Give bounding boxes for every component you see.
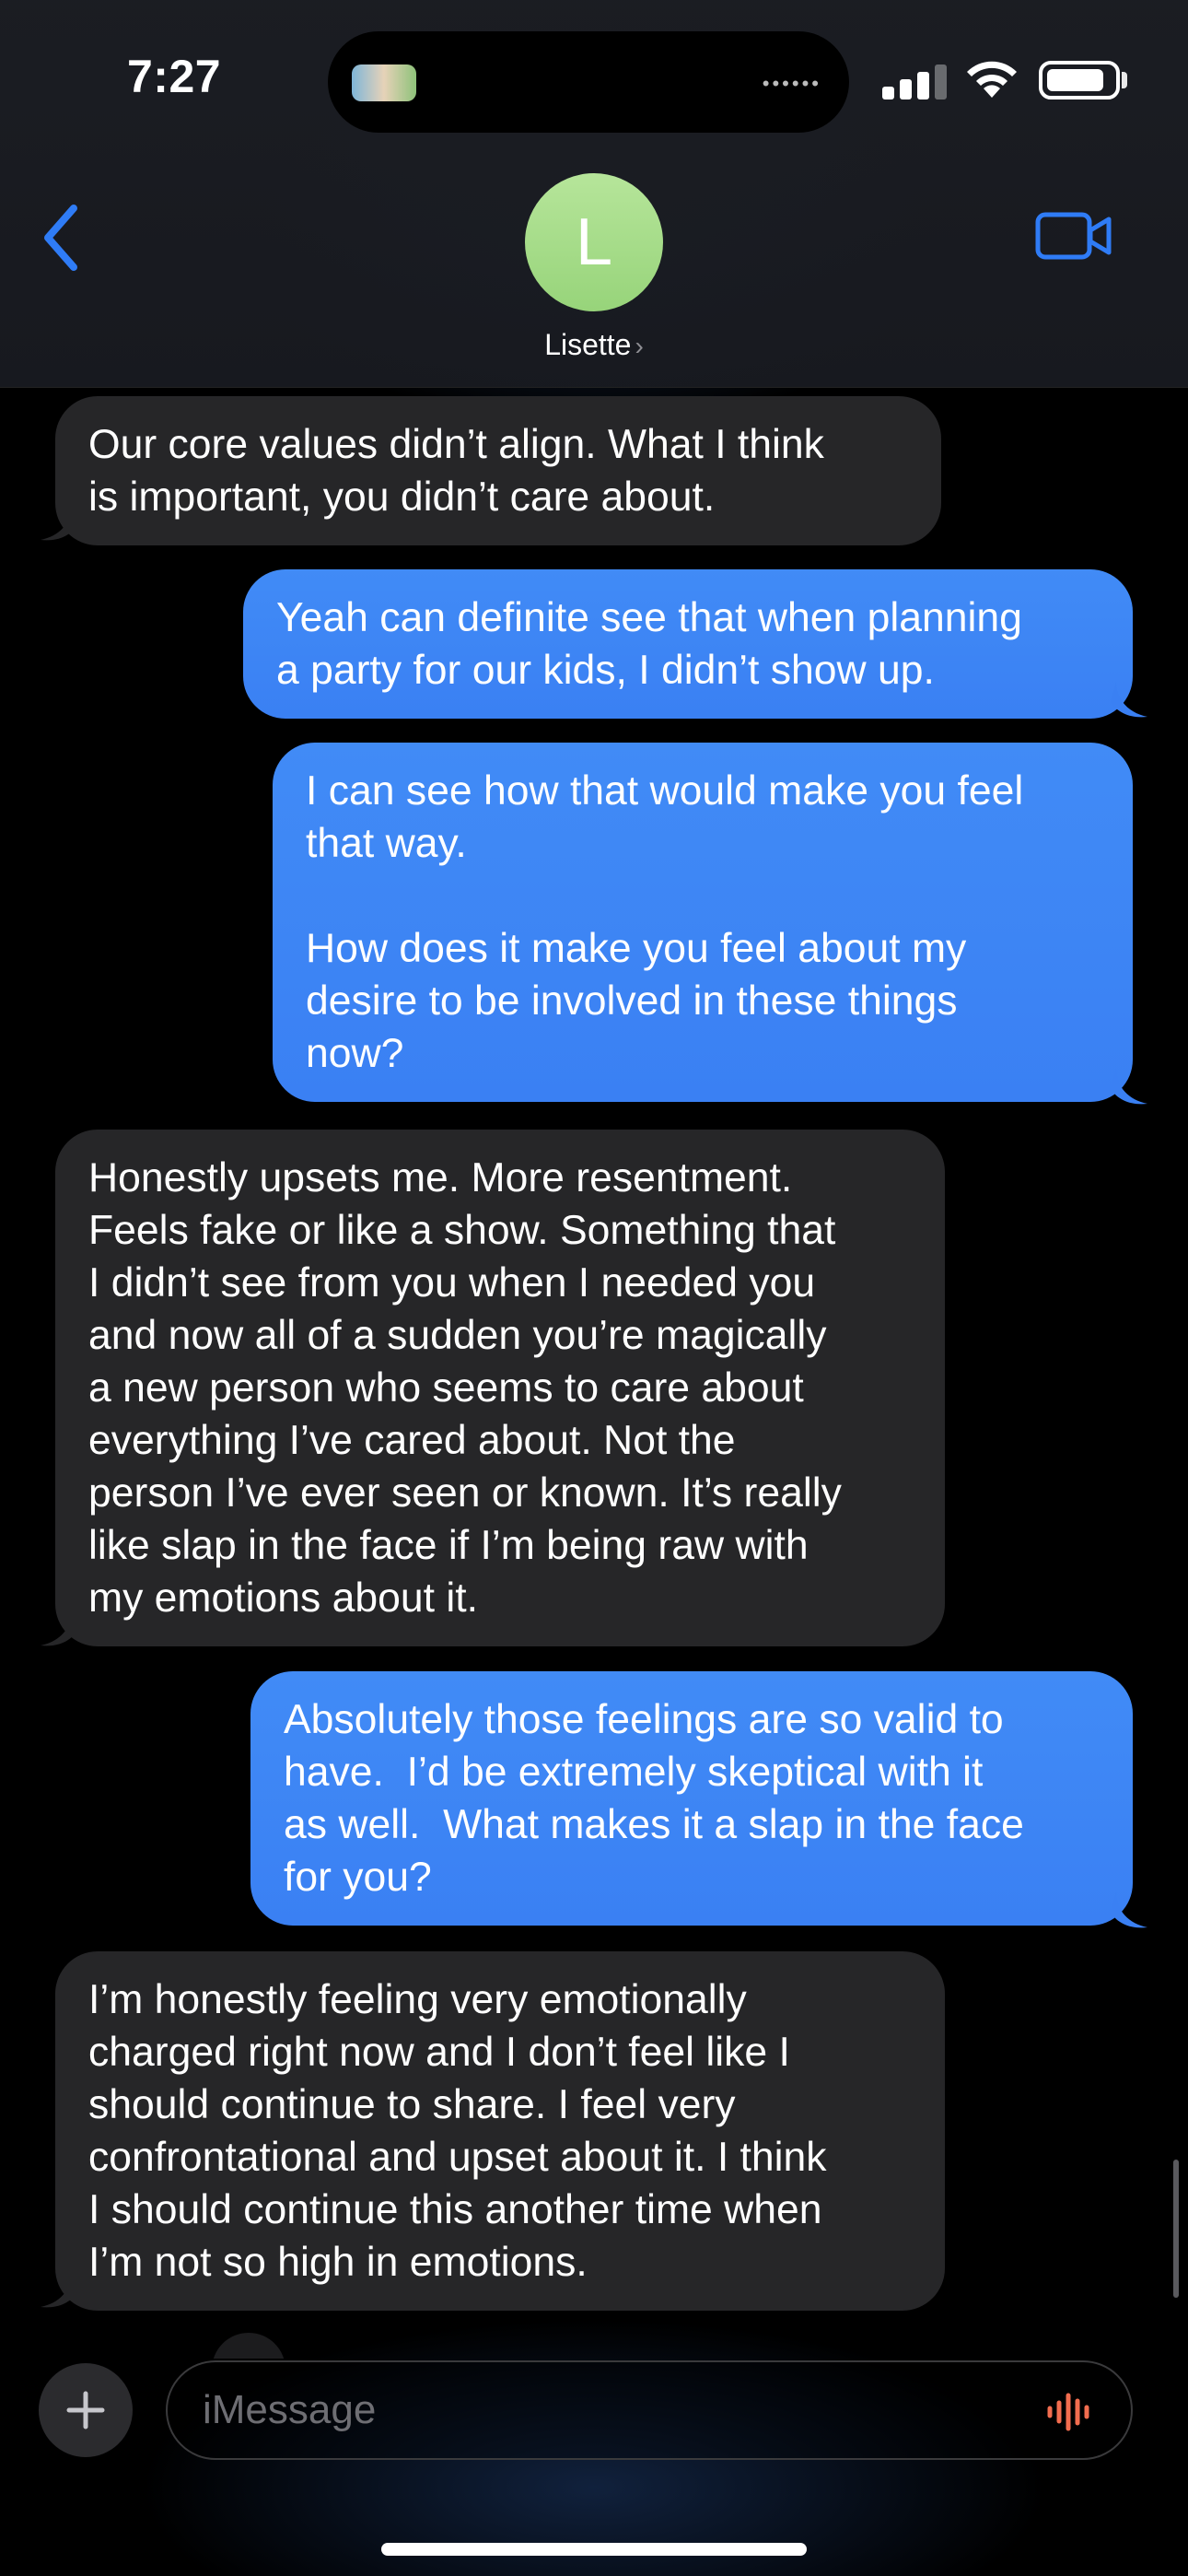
battery-icon (1039, 61, 1120, 100)
sent-message-3[interactable]: Absolutely those feelings are so valid t… (250, 1671, 1133, 1926)
received-message-1[interactable]: Our core values didn’t align. What I thi… (55, 396, 941, 545)
sent-bubble-tail (1111, 1892, 1147, 1928)
live-activity-thumbnail (352, 64, 416, 101)
status-bar: 7:27 •••••• (0, 0, 1188, 157)
video-call-icon[interactable] (1035, 210, 1112, 262)
scroll-indicator[interactable] (1173, 2160, 1179, 2298)
contact-avatar[interactable]: L (525, 173, 663, 311)
imessage-placeholder: iMessage (203, 2387, 377, 2432)
status-time: 7:27 (127, 51, 222, 102)
cellular-signal-icon (882, 63, 947, 100)
dynamic-island[interactable]: •••••• (328, 31, 849, 133)
sent-bubble-tail (1111, 1069, 1147, 1105)
battery-cap (1122, 72, 1127, 88)
plus-icon (66, 2391, 105, 2430)
wifi-icon (967, 61, 1017, 98)
contact-name: Lisette (544, 328, 632, 361)
received-bubble-tail (41, 505, 77, 541)
message-composer: iMessage (0, 2340, 1188, 2576)
audio-waveform-icon[interactable] (1044, 2390, 1096, 2434)
imessage-input[interactable]: iMessage (166, 2360, 1133, 2460)
received-message-2[interactable]: Honestly upsets me. More resentment. Fee… (55, 1130, 945, 1646)
received-bubble-tail (41, 2272, 77, 2308)
live-activity-dots-icon: •••••• (762, 72, 821, 95)
sent-message-1[interactable]: Yeah can definite see that when planning… (243, 569, 1133, 719)
contact-name-button[interactable]: Lisette › (0, 328, 1188, 362)
sent-bubble-tail (1111, 682, 1147, 718)
chevron-right-icon: › (635, 332, 644, 360)
received-message-3[interactable]: I’m honestly feeling very emotionally ch… (55, 1951, 945, 2311)
apps-plus-button[interactable] (39, 2363, 133, 2457)
sent-message-2[interactable]: I can see how that would make you feel t… (273, 743, 1133, 1102)
back-chevron-icon[interactable] (39, 201, 85, 275)
home-indicator[interactable] (381, 2543, 807, 2556)
received-bubble-tail (41, 1610, 77, 1646)
